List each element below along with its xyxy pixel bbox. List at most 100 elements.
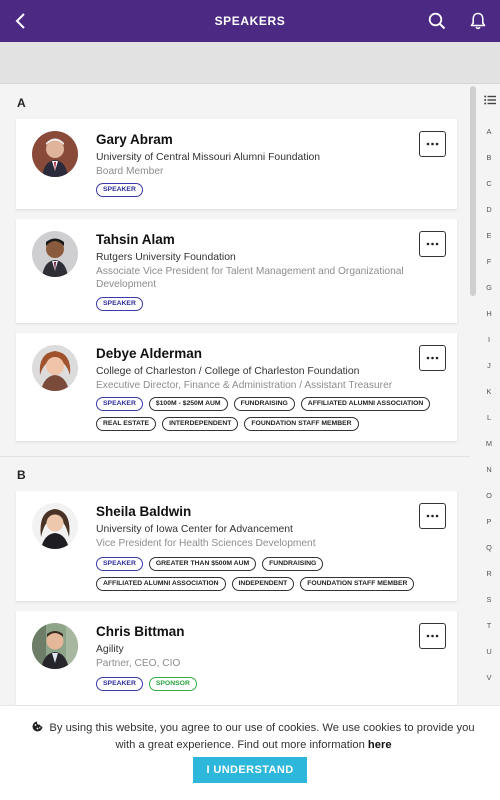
tag-speaker: SPEAKER [96,557,143,571]
alphabet-index-e[interactable]: E [483,231,495,240]
alphabet-index-c[interactable]: C [483,179,495,188]
tag-list: SPEAKER [96,183,446,197]
speaker-card[interactable]: Sheila Baldwin University of Iowa Center… [16,491,457,601]
speaker-card[interactable]: Debye Alderman College of Charleston / C… [16,333,457,441]
speaker-card[interactable]: Chris Bittman Agility Partner, CEO, CIO … [16,611,457,706]
speaker-role: Vice President for Health Sciences Devel… [96,538,316,549]
understand-button[interactable]: I UNDERSTAND [193,757,307,783]
speaker-list: A Gary Abram University of Central Misso… [0,84,470,800]
alphabet-index-q[interactable]: Q [483,543,495,552]
speaker-organization: College of Charleston / College of Charl… [96,366,360,377]
tag-list: SPEAKER SPONSOR [96,677,446,691]
speaker-name: Chris Bittman [96,624,185,639]
more-options-button[interactable] [419,623,446,649]
speaker-organization: University of Iowa Center for Advancemen… [96,524,293,535]
alphabet-index-t[interactable]: T [483,621,495,630]
tag-fundraising: FUNDRAISING [233,397,295,411]
tag-aum: $100M - $250M AUM [148,397,228,411]
tag-foundation-staff-member: FOUNDATION STAFF MEMBER [244,417,359,431]
more-horizontal-icon [426,242,439,246]
chevron-left-icon [15,13,25,29]
avatar [32,345,78,391]
alphabet-index-j[interactable]: J [483,361,495,370]
speaker-role: Executive Director, Finance & Administra… [96,380,393,391]
alphabet-index-s[interactable]: S [483,595,495,604]
bell-icon [470,12,486,30]
list-icon[interactable] [484,92,496,110]
speaker-card[interactable]: Gary Abram University of Central Missour… [16,119,457,209]
tag-list: SPEAKER [96,297,446,311]
tag-speaker: SPEAKER [96,397,143,411]
speaker-name: Debye Alderman [96,346,203,361]
more-options-button[interactable] [419,131,446,157]
search-button[interactable] [420,0,454,42]
tag-list: SPEAKER $100M - $250M AUM FUNDRAISING AF… [96,397,446,431]
tag-foundation-staff-member: FOUNDATION STAFF MEMBER [300,577,415,591]
more-options-button[interactable] [419,345,446,371]
alphabet-index-k[interactable]: K [483,387,495,396]
alphabet-index-i[interactable]: I [483,335,495,344]
more-options-button[interactable] [419,231,446,257]
alphabet-index-m[interactable]: M [483,439,495,448]
speaker-name: Sheila Baldwin [96,504,192,519]
alphabet-index-l[interactable]: L [483,413,495,422]
section-letter-a: A [17,96,26,110]
tag-fundraising: FUNDRAISING [262,557,324,571]
avatar [32,131,78,177]
more-options-button[interactable] [419,503,446,529]
alphabet-index-u[interactable]: U [483,647,495,656]
speaker-organization: Agility [96,644,124,655]
speaker-role: Associate Vice President for Talent Mana… [96,266,404,290]
tag-interdependent: INTERDEPENDENT [162,417,239,431]
tag-aum: GREATER THAN $500M AUM [148,557,257,571]
tag-affiliated-alumni-association: AFFILIATED ALUMNI ASSOCIATION [96,577,226,591]
tag-affiliated-alumni-association: AFFILIATED ALUMNI ASSOCIATION [300,397,431,411]
more-horizontal-icon [426,356,439,360]
tag-speaker: SPEAKER [96,183,143,197]
speaker-organization: Rutgers University Foundation [96,252,236,263]
speaker-card[interactable]: Tahsin Alam Rutgers University Foundatio… [16,219,457,323]
tag-speaker: SPEAKER [96,297,143,311]
scrollbar-thumb[interactable] [470,86,476,296]
tag-real-estate: REAL ESTATE [96,417,157,431]
cookie-icon [32,721,43,737]
avatar [32,231,78,277]
back-button[interactable] [4,0,38,42]
more-horizontal-icon [426,634,439,638]
speaker-name: Tahsin Alam [96,232,175,247]
avatar [32,503,78,549]
alphabet-index-p[interactable]: P [483,517,495,526]
page-title: SPEAKERS [214,14,286,28]
tag-independent: INDEPENDENT [231,577,295,591]
section-letter-b: B [17,468,26,482]
cookie-more-info-link[interactable]: here [368,739,392,751]
notifications-button[interactable] [461,0,495,42]
tag-sponsor: SPONSOR [148,677,197,691]
alphabet-index-f[interactable]: F [483,257,495,266]
alphabet-index-h[interactable]: H [483,309,495,318]
alphabet-index-g[interactable]: G [483,283,495,292]
tag-list: SPEAKER GREATER THAN $500M AUM FUNDRAISI… [96,557,446,591]
more-horizontal-icon [426,514,439,518]
section-divider [0,456,470,457]
speaker-role: Board Member [96,166,164,177]
alphabet-index-a[interactable]: A [483,127,495,136]
cookie-message: By using this website, you agree to our … [26,720,481,753]
alphabet-index-d[interactable]: D [483,205,495,214]
tag-speaker: SPEAKER [96,677,143,691]
alphabet-index-v[interactable]: V [483,673,495,682]
alphabet-index-o[interactable]: O [483,491,495,500]
app-header: SPEAKERS [0,0,500,42]
alphabet-index-r[interactable]: R [483,569,495,578]
alphabet-index-n[interactable]: N [483,465,495,474]
alphabet-index-b[interactable]: B [483,153,495,162]
search-icon [428,12,446,30]
speaker-name: Gary Abram [96,132,173,147]
cookie-banner: By using this website, you agree to our … [0,705,500,800]
filter-bar [0,42,500,84]
more-horizontal-icon [426,142,439,146]
speaker-organization: University of Central Missouri Alumni Fo… [96,152,321,163]
speaker-role: Partner, CEO, CIO [96,658,181,669]
avatar [32,623,78,669]
cookie-text: By using this website, you agree to our … [49,722,475,751]
